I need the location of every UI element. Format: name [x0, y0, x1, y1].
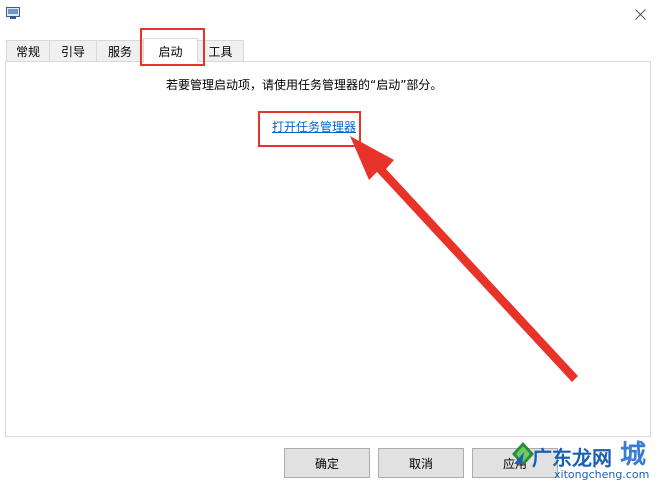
tab-general[interactable]: 常规: [6, 40, 50, 61]
tab-services[interactable]: 服务: [96, 40, 144, 61]
tab-label: 工具: [208, 44, 233, 59]
watermark: 广东龙网 城 xitongcheng.com: [510, 436, 659, 486]
tab-boot[interactable]: 引导: [49, 40, 97, 61]
startup-tab-highlight: [140, 28, 205, 66]
title-bar: [0, 0, 659, 30]
cancel-button[interactable]: 取消: [378, 448, 464, 478]
close-button[interactable]: [622, 0, 659, 28]
tab-label: 常规: [15, 44, 40, 59]
tab-label: 引导: [60, 44, 85, 59]
tab-strip: 常规 引导 服务 启动 工具: [0, 38, 659, 63]
close-icon: [635, 8, 646, 20]
watermark-site: xitongcheng.com: [554, 468, 650, 481]
startup-instruction-text: 若要管理启动项，请使用任务管理器的“启动”部分。: [166, 78, 443, 92]
ok-button[interactable]: 确定: [284, 448, 370, 478]
tab-label: 服务: [107, 44, 132, 59]
watermark-char: 城: [620, 440, 647, 470]
task-manager-link-highlight: [258, 111, 361, 147]
msconfig-app-icon: [6, 7, 20, 19]
watermark-brand: 广东龙网: [532, 446, 612, 470]
